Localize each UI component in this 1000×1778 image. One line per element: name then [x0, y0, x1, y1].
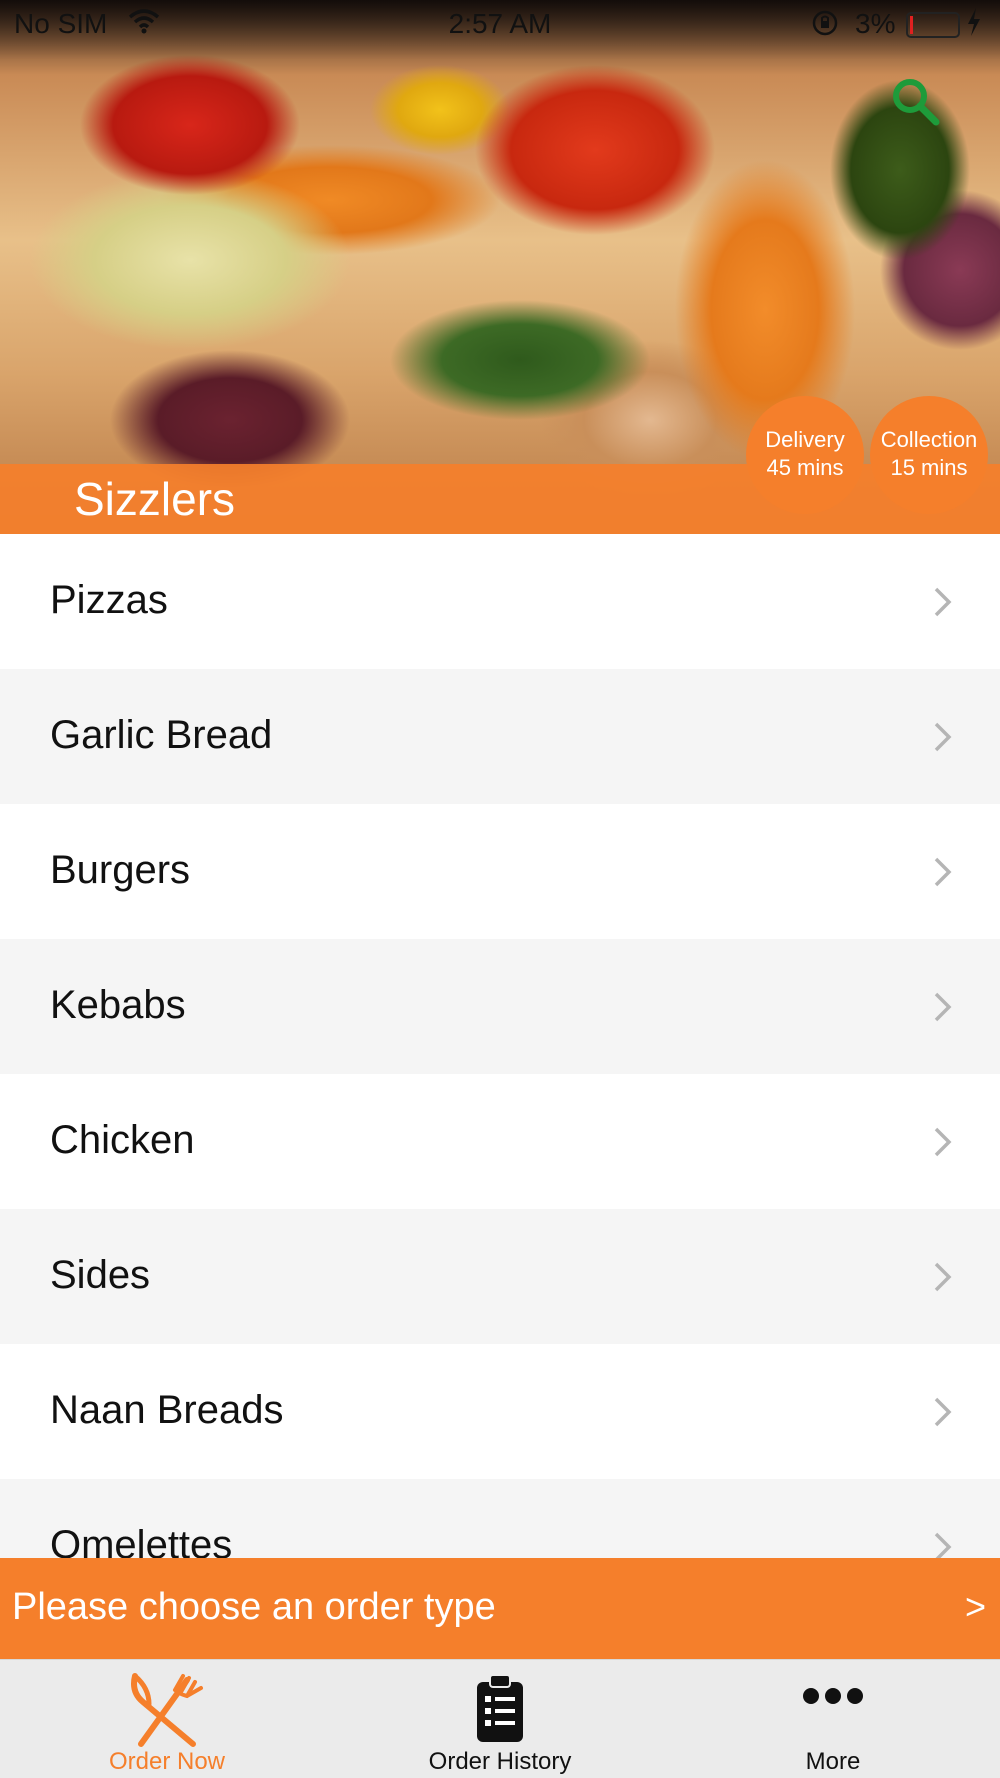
chevron-right-icon — [928, 1529, 956, 1558]
search-icon[interactable] — [888, 74, 944, 130]
charging-bolt-icon — [966, 8, 982, 43]
restaurant-title: Sizzlers — [74, 473, 236, 525]
delivery-time-badge[interactable]: Delivery 45 mins — [746, 396, 864, 514]
tab-label: Order History — [428, 1748, 572, 1775]
tab-order-history[interactable]: Order History — [333, 1660, 667, 1778]
order-type-arrow: > — [964, 1586, 986, 1627]
menu-item-label: Sides — [50, 1253, 151, 1297]
menu-item-chicken[interactable]: Chicken — [0, 1074, 1000, 1209]
menu-item-label: Pizzas — [50, 578, 168, 622]
bottom-tab-bar: Order Now Order History More — [0, 1659, 1000, 1778]
fork-knife-icon — [127, 1672, 207, 1753]
menu-category-list[interactable]: Pizzas Garlic Bread Burgers Kebabs Chick… — [0, 534, 1000, 1558]
collection-time-badge[interactable]: Collection 15 mins — [870, 396, 988, 514]
chevron-right-icon — [928, 584, 956, 620]
more-dots-icon — [801, 1684, 865, 1713]
chevron-right-icon — [928, 989, 956, 1025]
order-type-prompt: Please choose an order type — [12, 1586, 496, 1628]
tab-order-now[interactable]: Order Now — [0, 1660, 334, 1778]
menu-item-label: Naan Breads — [50, 1388, 284, 1432]
chevron-right-icon — [928, 1259, 956, 1295]
collection-label: Collection — [880, 427, 978, 452]
tab-more[interactable]: More — [666, 1660, 1000, 1778]
menu-item-sides[interactable]: Sides — [0, 1209, 1000, 1344]
tab-label: More — [805, 1748, 861, 1775]
menu-item-burgers[interactable]: Burgers — [0, 804, 1000, 939]
clipboard-icon — [474, 1672, 526, 1749]
delivery-time: 45 mins — [766, 455, 844, 480]
chevron-right-icon — [928, 719, 956, 755]
menu-item-kebabs[interactable]: Kebabs — [0, 939, 1000, 1074]
menu-item-label: Burgers — [50, 848, 191, 892]
menu-item-label: Omelettes — [50, 1523, 233, 1558]
collection-time: 15 mins — [890, 455, 968, 480]
battery-percent: 3% — [855, 8, 896, 39]
menu-item-label: Kebabs — [50, 983, 186, 1027]
menu-item-label: Garlic Bread — [50, 713, 273, 757]
status-bar: No SIM 2:57 AM 3% — [0, 0, 1000, 50]
choose-order-type-button[interactable]: Please choose an order type > — [0, 1558, 1000, 1659]
menu-item-pizzas[interactable]: Pizzas — [0, 534, 1000, 669]
rotation-lock-icon — [812, 10, 838, 43]
chevron-right-icon — [928, 1124, 956, 1160]
chevron-right-icon — [928, 854, 956, 890]
menu-item-omelettes[interactable]: Omelettes — [0, 1479, 1000, 1558]
tab-label: Order Now — [108, 1748, 226, 1775]
delivery-label: Delivery — [765, 427, 845, 452]
menu-item-label: Chicken — [50, 1118, 195, 1162]
menu-item-naan-breads[interactable]: Naan Breads — [0, 1344, 1000, 1479]
battery-icon — [906, 12, 960, 38]
menu-item-garlic-bread[interactable]: Garlic Bread — [0, 669, 1000, 804]
hero-banner: No SIM 2:57 AM 3% Sizzlers Delivery 45 m… — [0, 0, 1000, 534]
status-time: 2:57 AM — [448, 8, 552, 39]
chevron-right-icon — [928, 1394, 956, 1430]
